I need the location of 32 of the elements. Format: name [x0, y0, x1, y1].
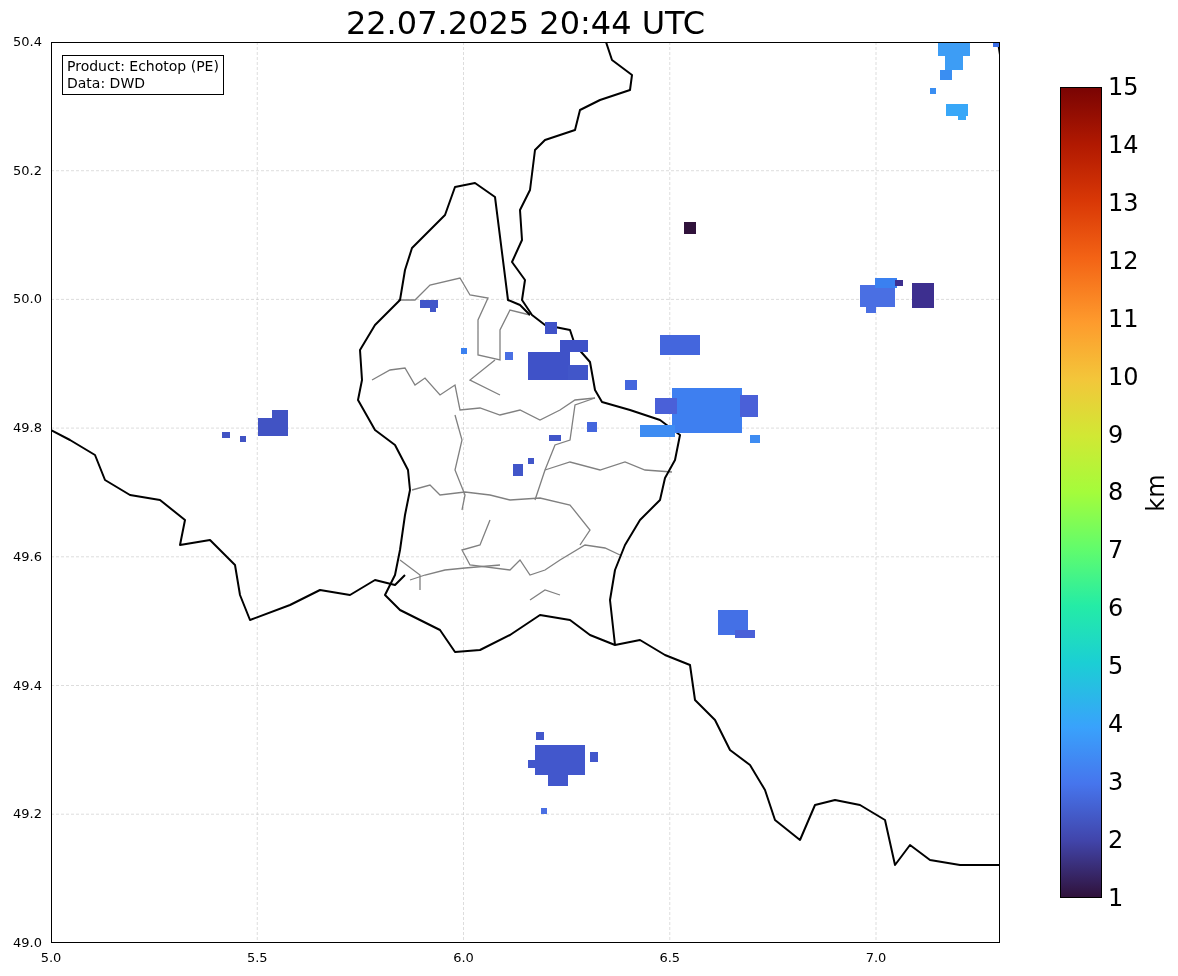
y-axis-tick-label: 49.0	[13, 934, 42, 951]
colorbar-tick-label: 14	[1108, 131, 1139, 158]
x-axis-tick-label: 6.5	[659, 950, 681, 966]
y-axis-tick-label: 49.8	[13, 420, 42, 437]
colorbar-tick-label: 11	[1108, 305, 1139, 332]
colorbar-tick-label: 5	[1108, 653, 1125, 680]
colorbar-tick-label: 8	[1108, 479, 1125, 506]
colorbar-tick-label: 1	[1108, 884, 1125, 911]
colorbar-tick-label: 6	[1108, 595, 1125, 622]
x-axis-tick-label: 7.0	[865, 950, 887, 966]
y-axis-tick-label: 49.4	[13, 677, 42, 694]
x-axis-tick-label: 6.0	[453, 950, 474, 966]
y-axis-tick-label: 50.4	[13, 34, 42, 50]
colorbar-tick-label: 15	[1108, 74, 1139, 100]
colorbar-label: km	[1141, 473, 1170, 512]
y-axis-tick-label: 49.6	[13, 548, 42, 565]
x-axis-tick-label: 5.5	[246, 950, 268, 966]
x-axis-tick-label: 5.0	[40, 950, 62, 966]
colorbar-tick-label: 3	[1108, 769, 1125, 796]
colorbar-tick-label: 13	[1108, 189, 1139, 216]
colorbar-tick-label: 10	[1108, 363, 1139, 390]
chart-title: 22.07.2025 20:44 UTC	[344, 3, 707, 42]
y-axis-tick-label: 50.0	[13, 291, 42, 308]
colorbar-tick-label: 7	[1108, 537, 1125, 564]
colorbar-tick-label: 12	[1108, 247, 1139, 274]
legend-text: Product: Echotop (PE)	[67, 58, 219, 75]
legend-text: Data: DWD	[67, 75, 146, 92]
colorbar-tick-label: 2	[1108, 827, 1125, 853]
colorbar-tick-label: 9	[1108, 421, 1125, 448]
y-axis-tick-label: 50.2	[13, 162, 42, 179]
y-axis-tick-label: 49.2	[13, 806, 42, 823]
colorbar-tick-label: 4	[1108, 711, 1125, 738]
